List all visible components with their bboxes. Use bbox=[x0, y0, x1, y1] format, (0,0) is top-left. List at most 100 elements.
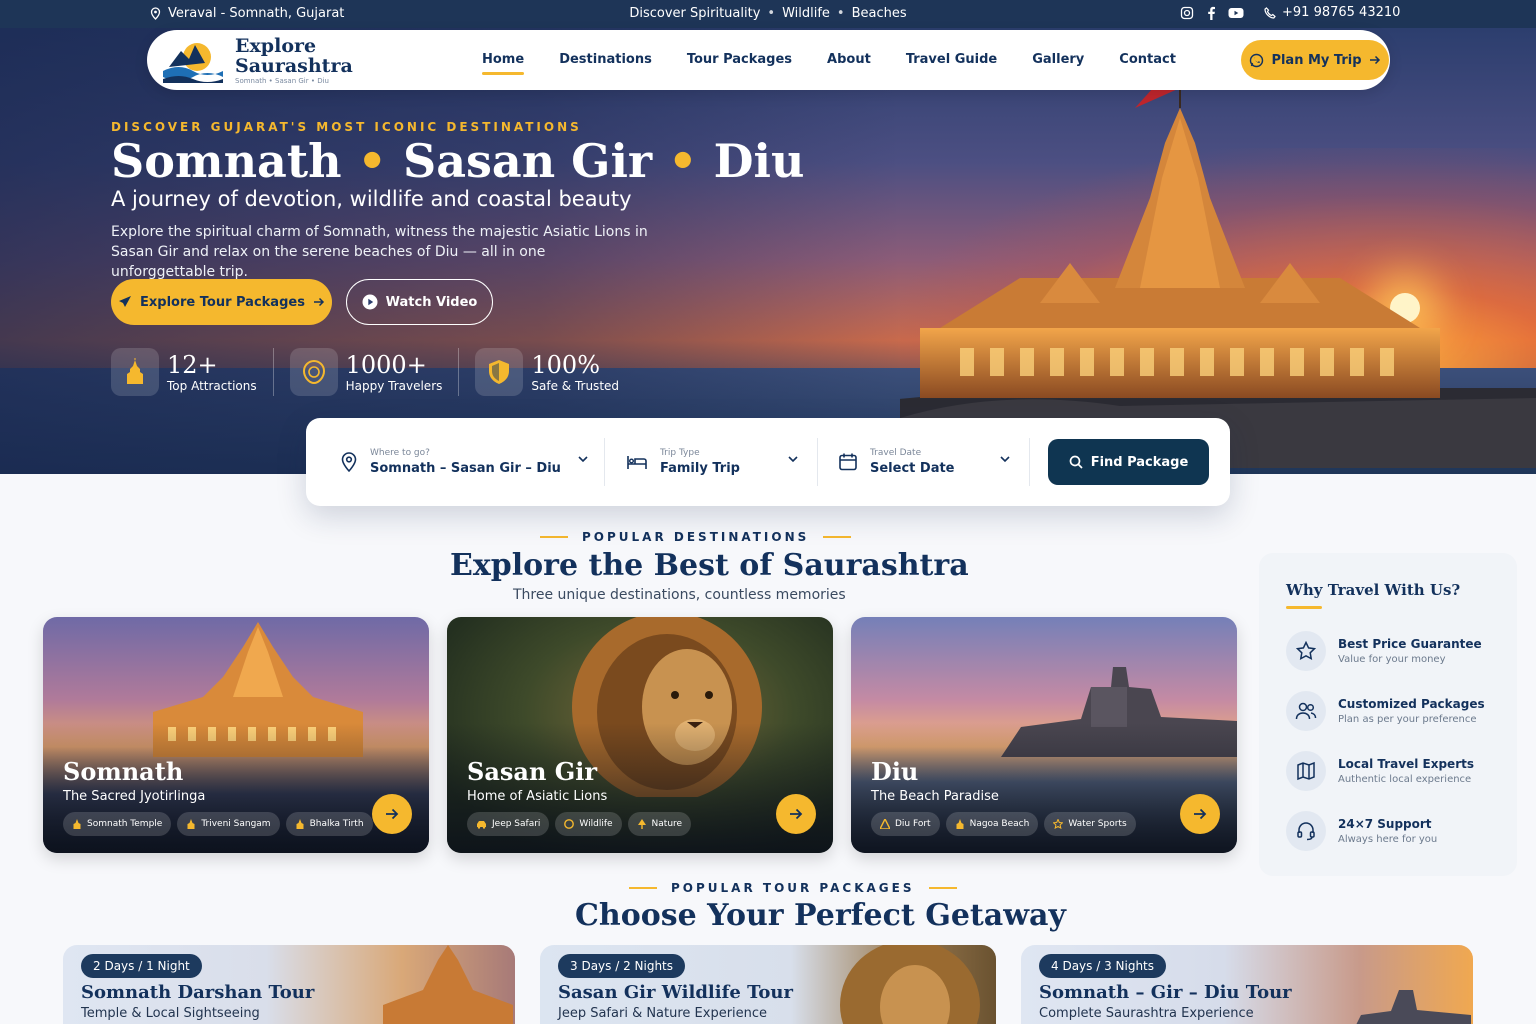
chip-triveni-sangam[interactable]: Triveni Sangam bbox=[177, 812, 280, 836]
trip-type-label: Trip Type bbox=[660, 448, 700, 458]
stat-attractions-value: 12+ bbox=[167, 351, 218, 379]
nav-home[interactable]: Home bbox=[482, 52, 525, 75]
why-item-title: Best Price Guarantee bbox=[1338, 637, 1482, 651]
destination-tagline: The Sacred Jyotirlinga bbox=[63, 789, 206, 804]
logo-line2: Saurashtra bbox=[235, 55, 353, 77]
plan-my-trip-label: Plan My Trip bbox=[1271, 52, 1362, 68]
nav-gallery[interactable]: Gallery bbox=[1032, 52, 1084, 67]
arrow-right-icon bbox=[313, 297, 325, 307]
stat-attractions-label: Top Attractions bbox=[167, 379, 257, 393]
packages-eyebrow-text: POPULAR TOUR PACKAGES bbox=[671, 881, 915, 895]
phone-icon bbox=[1264, 6, 1276, 19]
instagram-icon[interactable] bbox=[1180, 6, 1194, 20]
travel-date-label: Travel Date bbox=[870, 448, 922, 458]
phone-number[interactable]: +91 98765 43210 bbox=[1282, 5, 1400, 20]
hero-title: Somnath • Sasan Gir • Diu bbox=[111, 134, 805, 188]
find-package-button[interactable]: Find Package bbox=[1048, 439, 1209, 485]
chip-label: Water Sports bbox=[1068, 819, 1127, 829]
why-item-sub: Value for your money bbox=[1338, 654, 1446, 665]
package-card-sasan-gir-wildlife[interactable]: 3 Days / 2 Nights Sasan Gir Wildlife Tou… bbox=[540, 945, 996, 1024]
destinations-subtitle: Three unique destinations, countless mem… bbox=[513, 587, 846, 603]
calendar-icon bbox=[838, 452, 858, 472]
package-duration-badge: 2 Days / 1 Night bbox=[81, 954, 202, 978]
chip-label: Nature bbox=[651, 819, 683, 829]
site-logo[interactable]: Explore Saurashtra Somnath • Sasan Gir •… bbox=[159, 36, 353, 85]
chip-label: Triveni Sangam bbox=[201, 819, 271, 829]
destinations-eyebrow-text: POPULAR DESTINATIONS bbox=[582, 530, 810, 544]
stat-safe-value: 100% bbox=[531, 351, 601, 379]
nav-travel-guide[interactable]: Travel Guide bbox=[906, 52, 997, 67]
why-item-best-price: Best Price Guarantee Value for your money bbox=[1286, 631, 1482, 671]
destination-chips: Somnath Temple Triveni Sangam Bhalka Tir… bbox=[63, 812, 373, 836]
card-arrow-button[interactable] bbox=[1180, 794, 1220, 834]
hero-description: Explore the spiritual charm of Somnath, … bbox=[111, 224, 648, 280]
facebook-icon[interactable] bbox=[1206, 6, 1216, 20]
packages-title: Choose Your Perfect Getaway bbox=[575, 898, 1066, 933]
hero-subtitle: A journey of devotion, wildlife and coas… bbox=[111, 187, 632, 211]
chip-label: Nagoa Beach bbox=[969, 819, 1030, 829]
chip-jeep-safari[interactable]: Jeep Safari bbox=[467, 812, 550, 836]
watch-video-button[interactable]: Watch Video bbox=[346, 279, 493, 325]
chip-bhalka-tirth[interactable]: Bhalka Tirth bbox=[285, 812, 373, 836]
theme-wildlife[interactable]: Wildlife bbox=[782, 6, 830, 21]
trip-type-field[interactable]: Trip Type Family Trip bbox=[626, 438, 798, 486]
nav-about[interactable]: About bbox=[827, 52, 871, 67]
package-subtitle: Temple & Local Sightseeing bbox=[81, 1006, 260, 1021]
where-field[interactable]: Where to go? Somnath – Sasan Gir – Diu bbox=[340, 438, 588, 486]
bed-icon bbox=[626, 453, 648, 471]
nav-contact[interactable]: Contact bbox=[1119, 52, 1176, 67]
destination-card-diu[interactable]: Diu The Beach Paradise Diu Fort Nagoa Be… bbox=[851, 617, 1237, 853]
chip-somnath-temple[interactable]: Somnath Temple bbox=[63, 812, 172, 836]
explore-packages-button[interactable]: Explore Tour Packages bbox=[111, 279, 332, 325]
card-arrow-button[interactable] bbox=[776, 794, 816, 834]
temple-icon bbox=[186, 819, 196, 829]
card-arrow-button[interactable] bbox=[372, 794, 412, 834]
why-item-title: Local Travel Experts bbox=[1338, 757, 1474, 771]
why-item-sub: Authentic local experience bbox=[1338, 774, 1472, 785]
star-icon bbox=[1286, 631, 1326, 671]
destination-card-sasan-gir[interactable]: Sasan Gir Home of Asiatic Lions Jeep Saf… bbox=[447, 617, 833, 853]
why-title: Why Travel With Us? bbox=[1286, 581, 1461, 599]
why-item-title: 24×7 Support bbox=[1338, 817, 1432, 831]
chip-nagoa-beach[interactable]: Nagoa Beach bbox=[945, 812, 1039, 836]
nav-destinations[interactable]: Destinations bbox=[559, 52, 652, 67]
somnath-temple-illustration bbox=[900, 88, 1536, 468]
package-fort-image bbox=[1356, 990, 1471, 1024]
chip-water-sports[interactable]: Water Sports bbox=[1044, 812, 1136, 836]
package-card-somnath-darshan[interactable]: 2 Days / 1 Night Somnath Darshan Tour Te… bbox=[63, 945, 515, 1024]
stat-safe: 100% Safe & Trusted bbox=[475, 348, 635, 396]
destination-name: Sasan Gir bbox=[467, 757, 598, 786]
trip-type-value: Family Trip bbox=[660, 461, 740, 476]
chip-label: Somnath Temple bbox=[87, 819, 163, 829]
logo-emblem-icon bbox=[163, 42, 223, 83]
destination-card-somnath[interactable]: Somnath The Sacred Jyotirlinga Somnath T… bbox=[43, 617, 429, 853]
chip-diu-fort[interactable]: Diu Fort bbox=[871, 812, 940, 836]
plan-my-trip-button[interactable]: Plan My Trip bbox=[1241, 40, 1389, 80]
package-title: Somnath – Gir – Diu Tour bbox=[1039, 982, 1292, 1003]
youtube-icon[interactable] bbox=[1228, 7, 1244, 19]
package-card-somnath-gir-diu[interactable]: 4 Days / 3 Nights Somnath – Gir – Diu To… bbox=[1021, 945, 1473, 1024]
chip-nature[interactable]: Nature bbox=[627, 812, 692, 836]
theme-spirituality[interactable]: Discover Spirituality bbox=[629, 6, 760, 21]
social-contact: +91 98765 43210 bbox=[1180, 5, 1400, 20]
main-navbar: Explore Saurashtra Somnath • Sasan Gir •… bbox=[147, 30, 1390, 90]
package-duration-badge: 4 Days / 3 Nights bbox=[1039, 954, 1167, 978]
nav-tour-packages[interactable]: Tour Packages bbox=[687, 52, 792, 67]
arrow-right-icon bbox=[385, 808, 399, 820]
why-item-sub: Plan as per your preference bbox=[1338, 714, 1477, 725]
map-pin-icon bbox=[340, 451, 358, 473]
chip-wildlife[interactable]: Wildlife bbox=[555, 812, 622, 836]
theme-beaches[interactable]: Beaches bbox=[852, 6, 907, 21]
why-item-sub: Always here for you bbox=[1338, 834, 1438, 845]
travel-date-field[interactable]: Travel Date Select Date bbox=[838, 438, 1010, 486]
nav-menu: Home Destinations Tour Packages About Tr… bbox=[482, 52, 1176, 75]
chip-label: Jeep Safari bbox=[492, 819, 541, 829]
destination-chips: Diu Fort Nagoa Beach Water Sports bbox=[871, 812, 1136, 836]
map-icon bbox=[1286, 751, 1326, 791]
lion-icon bbox=[289, 348, 338, 396]
stat-travelers-label: Happy Travelers bbox=[345, 379, 443, 393]
arrow-right-icon bbox=[1193, 808, 1207, 820]
destinations-eyebrow: POPULAR DESTINATIONS bbox=[540, 530, 852, 544]
travel-date-value: Select Date bbox=[870, 461, 955, 476]
explore-packages-label: Explore Tour Packages bbox=[140, 294, 305, 310]
